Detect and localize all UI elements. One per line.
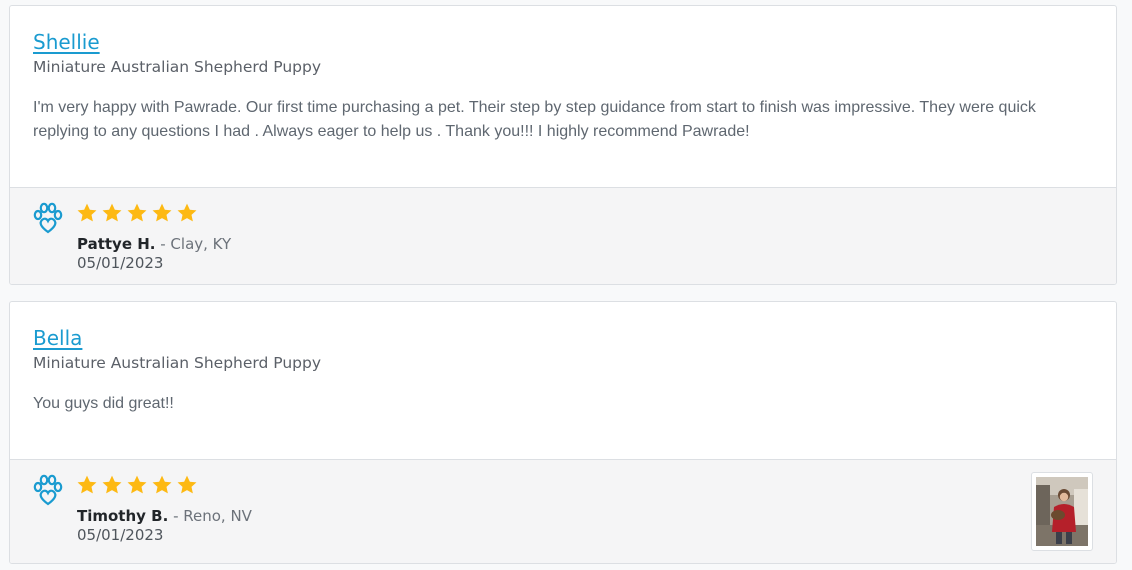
review-body: Shellie Miniature Australian Shepherd Pu… [10,6,1116,187]
star-icon [127,203,147,222]
review-text: You guys did great!! [33,395,174,412]
star-icon [102,475,122,494]
review-photo [1036,477,1088,546]
star-icon [177,203,197,222]
star-icon [177,475,197,494]
star-icon [102,203,122,222]
review-date: 05/01/2023 [77,254,164,272]
pet-breed: Miniature Australian Shepherd Puppy [33,354,322,372]
reviewer-info: Timothy B. - Reno, NV [77,507,252,526]
star-icon [77,203,97,222]
review-footer: Pattye H. - Clay, KY 05/01/2023 [10,187,1116,284]
reviewer-location: - Reno, NV [168,507,252,525]
review-date: 05/01/2023 [77,526,164,544]
pet-name-link[interactable]: Bella [33,326,82,350]
pet-name-link[interactable]: Shellie [33,30,100,54]
review-photo-thumbnail[interactable] [1031,472,1093,551]
pet-breed: Miniature Australian Shepherd Puppy [33,58,322,76]
star-icon [152,475,172,494]
reviewer-name: Timothy B. [77,507,169,525]
star-icon [127,475,147,494]
review-card: Shellie Miniature Australian Shepherd Pu… [9,5,1117,285]
paw-heart-icon [33,474,63,506]
review-footer: Timothy B. - Reno, NV 05/01/2023 [10,459,1116,563]
reviewer-info: Pattye H. - Clay, KY [77,235,231,254]
reviewer-name: Pattye H. [77,235,156,253]
review-body: Bella Miniature Australian Shepherd Pupp… [10,302,1116,459]
review-card: Bella Miniature Australian Shepherd Pupp… [9,301,1117,564]
review-text: I'm very happy with Pawrade. Our first t… [33,99,1036,140]
star-icon [152,203,172,222]
paw-heart-icon [33,202,63,234]
reviewer-location: - Clay, KY [155,235,232,253]
star-icon [77,475,97,494]
star-rating [76,202,198,224]
star-rating [76,474,198,496]
